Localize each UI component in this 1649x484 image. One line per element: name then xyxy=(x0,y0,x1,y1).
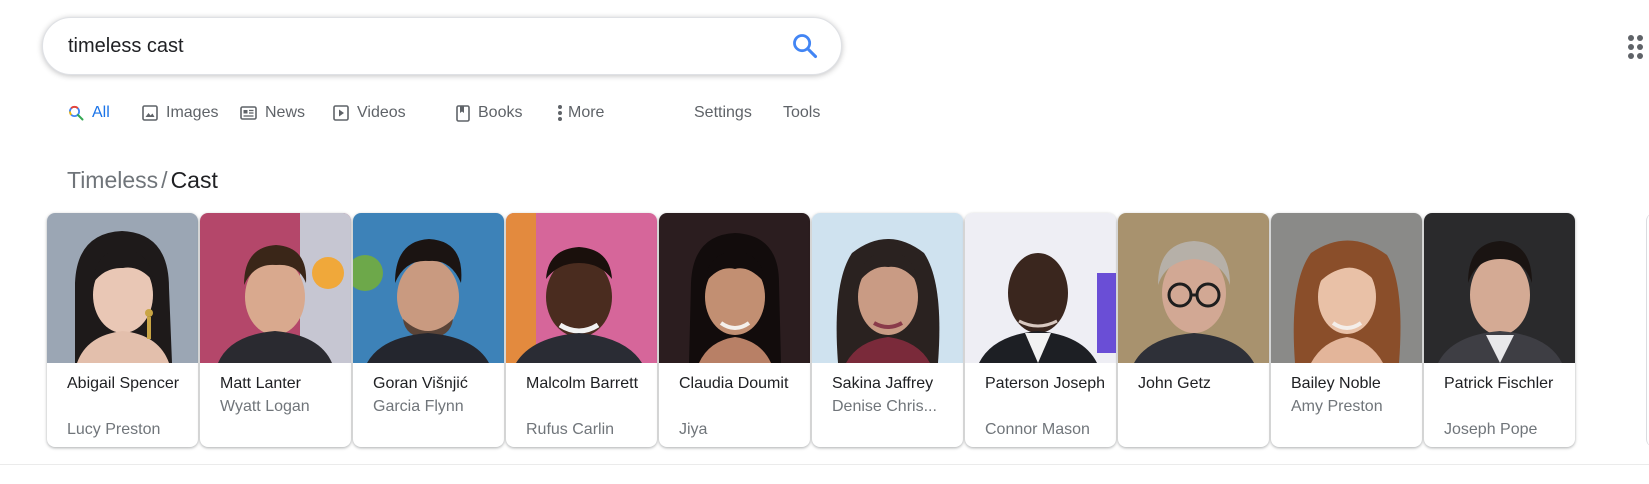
cast-card[interactable]: John Getz xyxy=(1118,213,1269,447)
tab-settings[interactable]: Settings xyxy=(694,104,752,122)
breadcrumb-current: Cast xyxy=(170,167,218,193)
cast-photo xyxy=(659,213,810,363)
cast-photo xyxy=(1424,213,1575,363)
cast-photo xyxy=(353,213,504,363)
cast-photo xyxy=(965,213,1116,363)
search-icon[interactable] xyxy=(791,32,819,60)
section-divider xyxy=(0,464,1649,465)
cast-name: Patrick Fischler xyxy=(1444,375,1554,392)
cast-role: Connor Mason xyxy=(985,421,1090,438)
apps-grid-icon[interactable] xyxy=(1628,35,1648,61)
cast-role: Wyatt Logan xyxy=(220,398,310,415)
tab-more[interactable]: More xyxy=(558,104,604,122)
cast-role: Joseph Pope xyxy=(1444,421,1538,438)
cast-card[interactable]: Patrick Fischler Joseph Pope xyxy=(1424,213,1575,447)
news-icon xyxy=(240,106,257,120)
tab-label: More xyxy=(568,104,605,121)
tab-label: Books xyxy=(478,104,523,121)
cast-role: Rufus Carlin xyxy=(526,421,615,438)
breadcrumb: Timeless / Cast xyxy=(67,167,218,194)
cast-role: Amy Preston xyxy=(1291,398,1383,415)
cast-name: Bailey Noble xyxy=(1291,375,1381,392)
cast-card[interactable]: Matt Lanter Wyatt Logan xyxy=(200,213,351,447)
cast-name: Claudia Doumit xyxy=(679,375,789,392)
tab-tools[interactable]: Tools xyxy=(783,104,820,122)
cast-card[interactable]: Abigail Spencer Lucy Preston xyxy=(47,213,198,447)
cast-card[interactable]: Sakina Jaffrey Denise Chris... xyxy=(812,213,963,447)
cast-card[interactable]: Malcolm Barrett Rufus Carlin xyxy=(506,213,657,447)
cast-name: Abigail Spencer xyxy=(67,375,180,392)
tab-all[interactable]: All xyxy=(68,104,110,122)
tab-images[interactable]: Images xyxy=(142,104,218,122)
cast-card[interactable]: Paterson Joseph Connor Mason xyxy=(965,213,1116,447)
cast-role: Lucy Preston xyxy=(67,421,161,438)
tab-books[interactable]: Books xyxy=(456,104,522,122)
cast-name: Paterson Joseph xyxy=(985,375,1106,392)
cast-role: Jiya xyxy=(679,421,708,438)
tab-label: Videos xyxy=(357,104,406,121)
breadcrumb-parent[interactable]: Timeless xyxy=(67,167,158,193)
tab-news[interactable]: News xyxy=(240,104,305,122)
cast-name: Goran Višnjić xyxy=(373,375,468,392)
cast-name: Malcolm Barrett xyxy=(526,375,639,392)
search-box[interactable]: timeless cast xyxy=(42,17,842,75)
tab-label: Settings xyxy=(694,104,752,121)
cast-card[interactable]: Claudia Doumit Jiya xyxy=(659,213,810,447)
cast-name: John Getz xyxy=(1138,375,1211,392)
cast-card[interactable]: Bailey Noble Amy Preston xyxy=(1271,213,1422,447)
book-icon xyxy=(456,104,470,122)
search-icon xyxy=(69,105,84,121)
image-icon xyxy=(142,105,158,121)
tab-label: Images xyxy=(166,104,219,121)
cast-photo xyxy=(812,213,963,363)
cast-role: Denise Chris... xyxy=(832,398,937,415)
more-vertical-icon xyxy=(558,105,562,121)
tab-label: All xyxy=(92,104,110,121)
tab-label: News xyxy=(265,104,306,121)
cast-card[interactable]: Goran Višnjić Garcia Flynn xyxy=(353,213,504,447)
cast-photo xyxy=(200,213,351,363)
tab-label: Tools xyxy=(783,104,821,121)
cast-photo xyxy=(1271,213,1422,363)
breadcrumb-separator: / xyxy=(161,167,168,193)
cast-role: Garcia Flynn xyxy=(373,398,464,415)
cast-name: Matt Lanter xyxy=(220,375,301,392)
cast-photo xyxy=(47,213,198,363)
cast-photo xyxy=(1118,213,1269,363)
tab-videos[interactable]: Videos xyxy=(333,104,406,122)
cast-name: Sakina Jaffrey xyxy=(832,375,934,392)
cast-photo xyxy=(506,213,657,363)
search-query[interactable]: timeless cast xyxy=(68,35,184,58)
video-icon xyxy=(333,105,349,121)
